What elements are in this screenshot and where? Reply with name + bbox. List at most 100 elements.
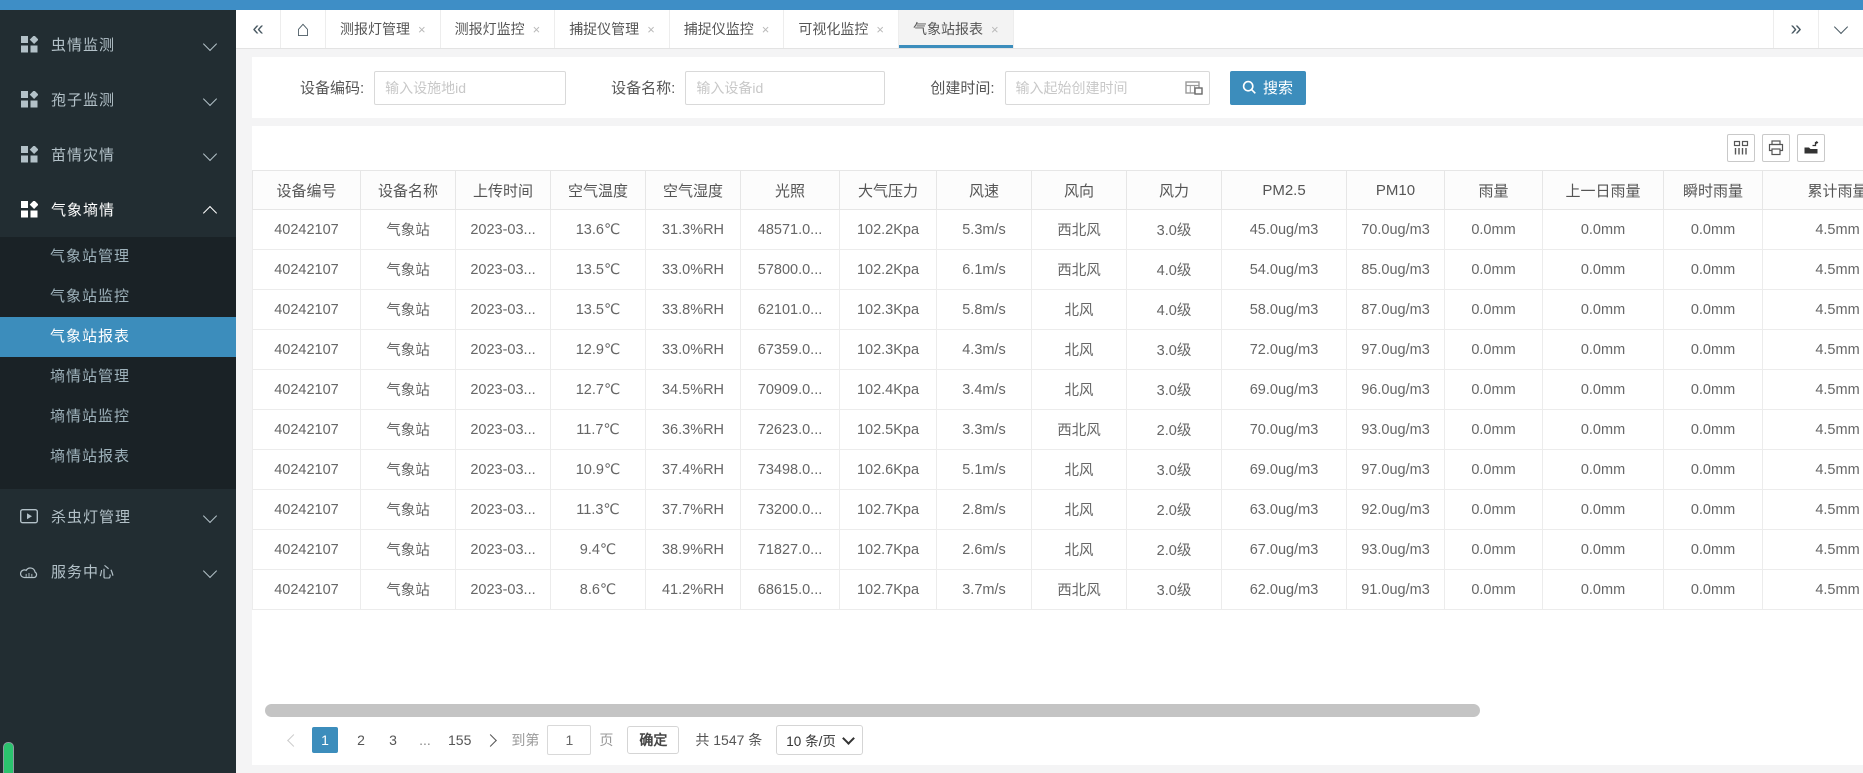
page-button-155[interactable]: 155 [448, 732, 471, 748]
table-row[interactable]: 40242107气象站2023-03...11.3℃37.7%RH73200.0… [253, 490, 1863, 530]
table-cell: 73498.0... [741, 450, 840, 490]
table-cell: 0.0mm [1543, 250, 1664, 290]
table-cell: 5.3m/s [937, 210, 1032, 250]
table-row[interactable]: 40242107气象站2023-03...10.9℃37.4%RH73498.0… [253, 450, 1863, 490]
grid-icon [20, 146, 38, 164]
sidebar-item-label: 苗情灾情 [51, 144, 115, 165]
table-cell: 0.0mm [1543, 570, 1664, 610]
sidebar-item-seedling-disaster[interactable]: 苗情灾情 [0, 127, 236, 182]
close-icon[interactable]: × [762, 23, 770, 36]
sidebar-item-spore-monitoring[interactable]: 孢子监测 [0, 72, 236, 127]
table-cell: 3.7m/s [937, 570, 1032, 610]
sidebar-item-service-center[interactable]: 服务中心 [0, 544, 236, 599]
column-header: 上一日雨量 [1543, 171, 1664, 210]
table-row[interactable]: 40242107气象站2023-03...9.4℃38.9%RH71827.0.… [253, 530, 1863, 570]
column-header: 雨量 [1445, 171, 1543, 210]
device-code-label: 设备编码: [300, 77, 364, 98]
table-cell: 6.1m/s [937, 250, 1032, 290]
table-cell: 40242107 [253, 450, 361, 490]
table-cell: 9.4℃ [551, 530, 646, 570]
table-cell: 102.7Kpa [840, 490, 937, 530]
sidebar-item-insect-monitoring[interactable]: 虫情监测 [0, 17, 236, 72]
table-row[interactable]: 40242107气象站2023-03...12.7℃34.5%RH70909.0… [253, 370, 1863, 410]
table-cell: 12.9℃ [551, 330, 646, 370]
calendar-icon[interactable] [1185, 80, 1203, 96]
sidebar-subitem-moisture-station-monitoring[interactable]: 墒情站监控 [0, 397, 236, 437]
tab-trap-monitoring[interactable]: 捕捉仪监控× [670, 10, 785, 48]
table-row[interactable]: 40242107气象站2023-03...13.5℃33.8%RH62101.0… [253, 290, 1863, 330]
chevron-down-icon [203, 508, 217, 522]
tab-report-lamp-management[interactable]: 测报灯管理× [326, 10, 441, 48]
table-cell: 31.3%RH [646, 210, 741, 250]
page-button-2[interactable]: 2 [352, 732, 370, 748]
prev-page-button[interactable] [284, 736, 302, 745]
tabs-menu-button[interactable] [1818, 10, 1863, 48]
sidebar-subitem-moisture-station-report[interactable]: 墒情站报表 [0, 437, 236, 477]
table-cell: 0.0mm [1445, 290, 1543, 330]
table-cell: 0.0mm [1664, 250, 1763, 290]
sidebar-subitem-weather-station-monitoring[interactable]: 气象站监控 [0, 277, 236, 317]
column-settings-button[interactable] [1727, 134, 1755, 162]
table-cell: 气象站 [361, 290, 456, 330]
table-body: 40242107气象站2023-03...13.6℃31.3%RH48571.0… [253, 210, 1863, 610]
close-icon[interactable]: × [647, 23, 655, 36]
export-button[interactable] [1797, 134, 1825, 162]
close-icon[interactable]: × [533, 23, 541, 36]
table-cell: 102.4Kpa [840, 370, 937, 410]
table-cell: 4.5mm [1763, 570, 1863, 610]
chevron-down-icon [203, 91, 217, 105]
table-row[interactable]: 40242107气象站2023-03...13.6℃31.3%RH48571.0… [253, 210, 1863, 250]
column-header: 大气压力 [840, 171, 937, 210]
print-button[interactable] [1762, 134, 1790, 162]
table-cell: 40242107 [253, 410, 361, 450]
close-icon[interactable]: × [418, 23, 426, 36]
create-time-label: 创建时间: [930, 77, 994, 98]
cloud-icon [20, 563, 38, 581]
sidebar-item-weather-moisture[interactable]: 气象墒情 [0, 182, 236, 237]
confirm-page-button[interactable]: 确定 [627, 726, 679, 754]
tab-label: 气象站报表 [913, 19, 983, 39]
goto-page-input[interactable] [547, 725, 591, 755]
tab-visual-monitoring[interactable]: 可视化监控× [784, 10, 899, 48]
tab-weather-station-report[interactable]: 气象站报表 × [899, 10, 1014, 48]
column-header: 光照 [741, 171, 840, 210]
table-cell: 40242107 [253, 290, 361, 330]
submenu-weather-moisture: 气象站管理气象站监控气象站报表墒情站管理墒情站监控墒情站报表 [0, 237, 236, 489]
create-time-input[interactable] [1005, 71, 1210, 105]
table-row[interactable]: 40242107气象站2023-03...11.7℃36.3%RH72623.0… [253, 410, 1863, 450]
table-cell: 2023-03... [456, 410, 551, 450]
tab-trap-management[interactable]: 捕捉仪管理× [555, 10, 670, 48]
close-icon[interactable]: × [991, 23, 999, 36]
table-cell: 0.0mm [1445, 450, 1543, 490]
horizontal-scrollbar-thumb[interactable] [265, 704, 1480, 717]
search-button[interactable]: 搜索 [1230, 71, 1306, 105]
table-row[interactable]: 40242107气象站2023-03...13.5℃33.0%RH57800.0… [253, 250, 1863, 290]
sidebar-subitem-weather-station-management[interactable]: 气象站管理 [0, 237, 236, 277]
page-size-select[interactable]: 10 条/页 [776, 725, 863, 755]
export-icon [1803, 140, 1819, 156]
table-row[interactable]: 40242107气象站2023-03...8.6℃41.2%RH68615.0.… [253, 570, 1863, 610]
close-icon[interactable]: × [876, 23, 884, 36]
sidebar-subitem-weather-station-report[interactable]: 气象站报表 [0, 317, 236, 357]
sidebar-item-pesticide-lamp-management[interactable]: 杀虫灯管理 [0, 489, 236, 544]
device-name-input[interactable] [685, 71, 885, 105]
table-cell: 54.0ug/m3 [1222, 250, 1347, 290]
home-tab-button[interactable]: ⌂ [281, 10, 326, 48]
device-code-input[interactable] [374, 71, 566, 105]
page-button-1[interactable]: 1 [312, 727, 338, 753]
tab-report-lamp-monitoring[interactable]: 测报灯监控× [441, 10, 556, 48]
table-row[interactable]: 40242107气象站2023-03...12.9℃33.0%RH67359.0… [253, 330, 1863, 370]
tabs-forward-button[interactable]: » [1773, 10, 1818, 48]
table-cell: 0.0mm [1543, 370, 1664, 410]
table-cell: 62.0ug/m3 [1222, 570, 1347, 610]
table-cell: 0.0mm [1664, 370, 1763, 410]
next-page-button[interactable] [481, 736, 499, 745]
table-cell: 0.0mm [1664, 330, 1763, 370]
table-cell: 气象站 [361, 490, 456, 530]
sidebar-scrollbar-thumb[interactable] [3, 742, 14, 773]
table-cell: 气象站 [361, 330, 456, 370]
tabbar-right-tools: » [1773, 10, 1863, 48]
sidebar-subitem-moisture-station-management[interactable]: 墒情站管理 [0, 357, 236, 397]
collapse-tabs-button[interactable]: « [236, 10, 281, 48]
page-button-3[interactable]: 3 [384, 732, 402, 748]
